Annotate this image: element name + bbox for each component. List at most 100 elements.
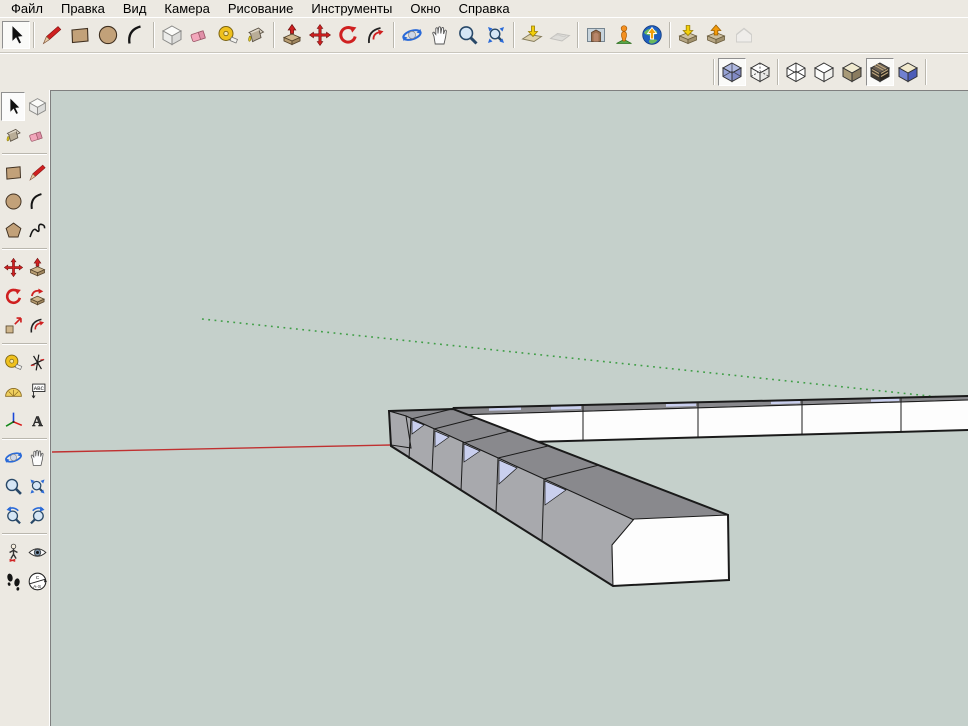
toolbar-button-arc[interactable] bbox=[25, 187, 49, 216]
arc-icon bbox=[124, 23, 148, 47]
toolbar-button-zoom-extents[interactable] bbox=[482, 21, 510, 49]
toolbar-button-eraser[interactable] bbox=[25, 121, 49, 150]
toolbar-button-zoom-extents[interactable] bbox=[25, 472, 49, 501]
toolbar-button-get-current-view[interactable] bbox=[518, 21, 546, 49]
toolbar-button-move[interactable] bbox=[1, 253, 25, 282]
toolbar-button-hidden-line[interactable] bbox=[810, 58, 838, 86]
toolbar-button-circle[interactable] bbox=[1, 187, 25, 216]
toolbar-button-rotate[interactable] bbox=[334, 21, 362, 49]
toolbar-button-move[interactable] bbox=[306, 21, 334, 49]
toolbar-button-rectangle[interactable] bbox=[1, 158, 25, 187]
menu-item-tools[interactable]: Инструменты bbox=[302, 2, 401, 17]
section-plane-icon: CA-S bbox=[27, 571, 48, 592]
circle-icon bbox=[96, 23, 120, 47]
toolbar-button-get-models[interactable] bbox=[674, 21, 702, 49]
toolbar-button-wireframe[interactable] bbox=[782, 58, 810, 86]
menu-item-draw[interactable]: Рисование bbox=[219, 2, 302, 17]
palette-row bbox=[0, 282, 49, 311]
pan-icon bbox=[27, 447, 48, 468]
near-arm-front-face[interactable] bbox=[612, 515, 729, 586]
toolbar-button-paint-bucket[interactable] bbox=[242, 21, 270, 49]
toolbar-button-eraser[interactable] bbox=[186, 21, 214, 49]
toolbar-button-tape-measure[interactable] bbox=[214, 21, 242, 49]
palette-row: A bbox=[0, 406, 49, 435]
viewport[interactable] bbox=[51, 91, 968, 726]
toolbar-separator bbox=[577, 22, 579, 48]
toolbar-button-scale[interactable] bbox=[1, 311, 25, 340]
toolbar-button-arc[interactable] bbox=[122, 21, 150, 49]
toolbar-button-position-camera[interactable] bbox=[1, 538, 25, 567]
toolbar-button-zoom[interactable] bbox=[1, 472, 25, 501]
toolbar-button-text[interactable]: ABC bbox=[25, 377, 49, 406]
toolbar-button-back-edges[interactable] bbox=[746, 58, 774, 86]
palette-row bbox=[0, 348, 49, 377]
toolbar-button-rotate[interactable] bbox=[1, 282, 25, 311]
menu-item-file[interactable]: Файл bbox=[2, 2, 52, 17]
toolbar-button-dimension[interactable] bbox=[25, 348, 49, 377]
toolbar-button-circle[interactable] bbox=[94, 21, 122, 49]
toolbar-button-select[interactable] bbox=[1, 92, 25, 121]
menu-item-camera[interactable]: Камера bbox=[155, 2, 218, 17]
menu-item-window[interactable]: Окно bbox=[401, 2, 449, 17]
toolbar-button-freehand[interactable] bbox=[25, 216, 49, 245]
toolbar-button-follow-me[interactable] bbox=[25, 282, 49, 311]
toolbar-button-rectangle[interactable] bbox=[66, 21, 94, 49]
toolbar-button-share-component[interactable] bbox=[730, 21, 758, 49]
toolbar-button-previous[interactable] bbox=[1, 501, 25, 530]
toolbar-button-axes[interactable] bbox=[1, 406, 25, 435]
menu-item-help[interactable]: Справка bbox=[450, 2, 519, 17]
toolbar-button-protractor[interactable] bbox=[1, 377, 25, 406]
drawing-canvas[interactable] bbox=[50, 90, 968, 726]
toolbar-button-pan[interactable] bbox=[25, 443, 49, 472]
toolbar-button-monochrome[interactable] bbox=[894, 58, 922, 86]
toolbar-button-make-component[interactable] bbox=[158, 21, 186, 49]
monochrome-icon bbox=[896, 60, 920, 84]
toggle-terrain-icon bbox=[548, 23, 572, 47]
toolbar-button-make-component[interactable] bbox=[25, 92, 49, 121]
orbit-icon bbox=[3, 447, 24, 468]
toolbar-button-section-plane[interactable]: CA-S bbox=[25, 567, 49, 596]
menu-item-view[interactable]: Вид bbox=[114, 2, 156, 17]
toolbar-button-photo-textures[interactable] bbox=[582, 21, 610, 49]
toolbar-button-line[interactable] bbox=[25, 158, 49, 187]
model-far-arm[interactable] bbox=[453, 396, 968, 444]
pan-icon bbox=[428, 23, 452, 47]
toolbar-button-person[interactable] bbox=[610, 21, 638, 49]
push-pull-icon bbox=[280, 23, 304, 47]
toolbar-button-line[interactable] bbox=[38, 21, 66, 49]
shaded-with-textures-icon bbox=[868, 60, 892, 84]
toolbar-button-tape-measure[interactable] bbox=[1, 348, 25, 377]
palette-row bbox=[0, 121, 49, 150]
toolbar-button-polygon[interactable] bbox=[1, 216, 25, 245]
toolbar-button-toggle-terrain[interactable] bbox=[546, 21, 574, 49]
palette-row: ABC bbox=[0, 377, 49, 406]
follow-me-icon bbox=[27, 286, 48, 307]
make-component-icon bbox=[27, 96, 48, 117]
toolbar-button-next[interactable] bbox=[25, 501, 49, 530]
toolbar-button-google-earth[interactable] bbox=[638, 21, 666, 49]
palette-row bbox=[0, 443, 49, 472]
toolbar-button-push-pull[interactable] bbox=[278, 21, 306, 49]
toolbar-button-offset[interactable] bbox=[362, 21, 390, 49]
toolbar-button-shaded[interactable] bbox=[838, 58, 866, 86]
toolbar-separator bbox=[513, 22, 515, 48]
rectangle-icon bbox=[3, 162, 24, 183]
toolbar-button-look-around[interactable] bbox=[25, 538, 49, 567]
toolbar-button-orbit[interactable] bbox=[398, 21, 426, 49]
arc-icon bbox=[27, 191, 48, 212]
toolbar-button-select[interactable] bbox=[2, 21, 30, 49]
toolbar-button-paint-bucket[interactable] bbox=[1, 121, 25, 150]
toolbar-button-xray[interactable] bbox=[718, 58, 746, 86]
menu-item-edit[interactable]: Правка bbox=[52, 2, 114, 17]
toolbar-button-walk[interactable] bbox=[1, 567, 25, 596]
get-current-view-icon bbox=[520, 23, 544, 47]
toolbar-button-offset[interactable] bbox=[25, 311, 49, 340]
toolbar-button-orbit[interactable] bbox=[1, 443, 25, 472]
toolbar-button-pan[interactable] bbox=[426, 21, 454, 49]
toolbar-button-zoom[interactable] bbox=[454, 21, 482, 49]
toolbar-button-share-model[interactable] bbox=[702, 21, 730, 49]
zoom-icon bbox=[3, 476, 24, 497]
toolbar-button-push-pull[interactable] bbox=[25, 253, 49, 282]
toolbar-button-shaded-with-textures[interactable] bbox=[866, 58, 894, 86]
toolbar-button-3d-text[interactable]: A bbox=[25, 406, 49, 435]
